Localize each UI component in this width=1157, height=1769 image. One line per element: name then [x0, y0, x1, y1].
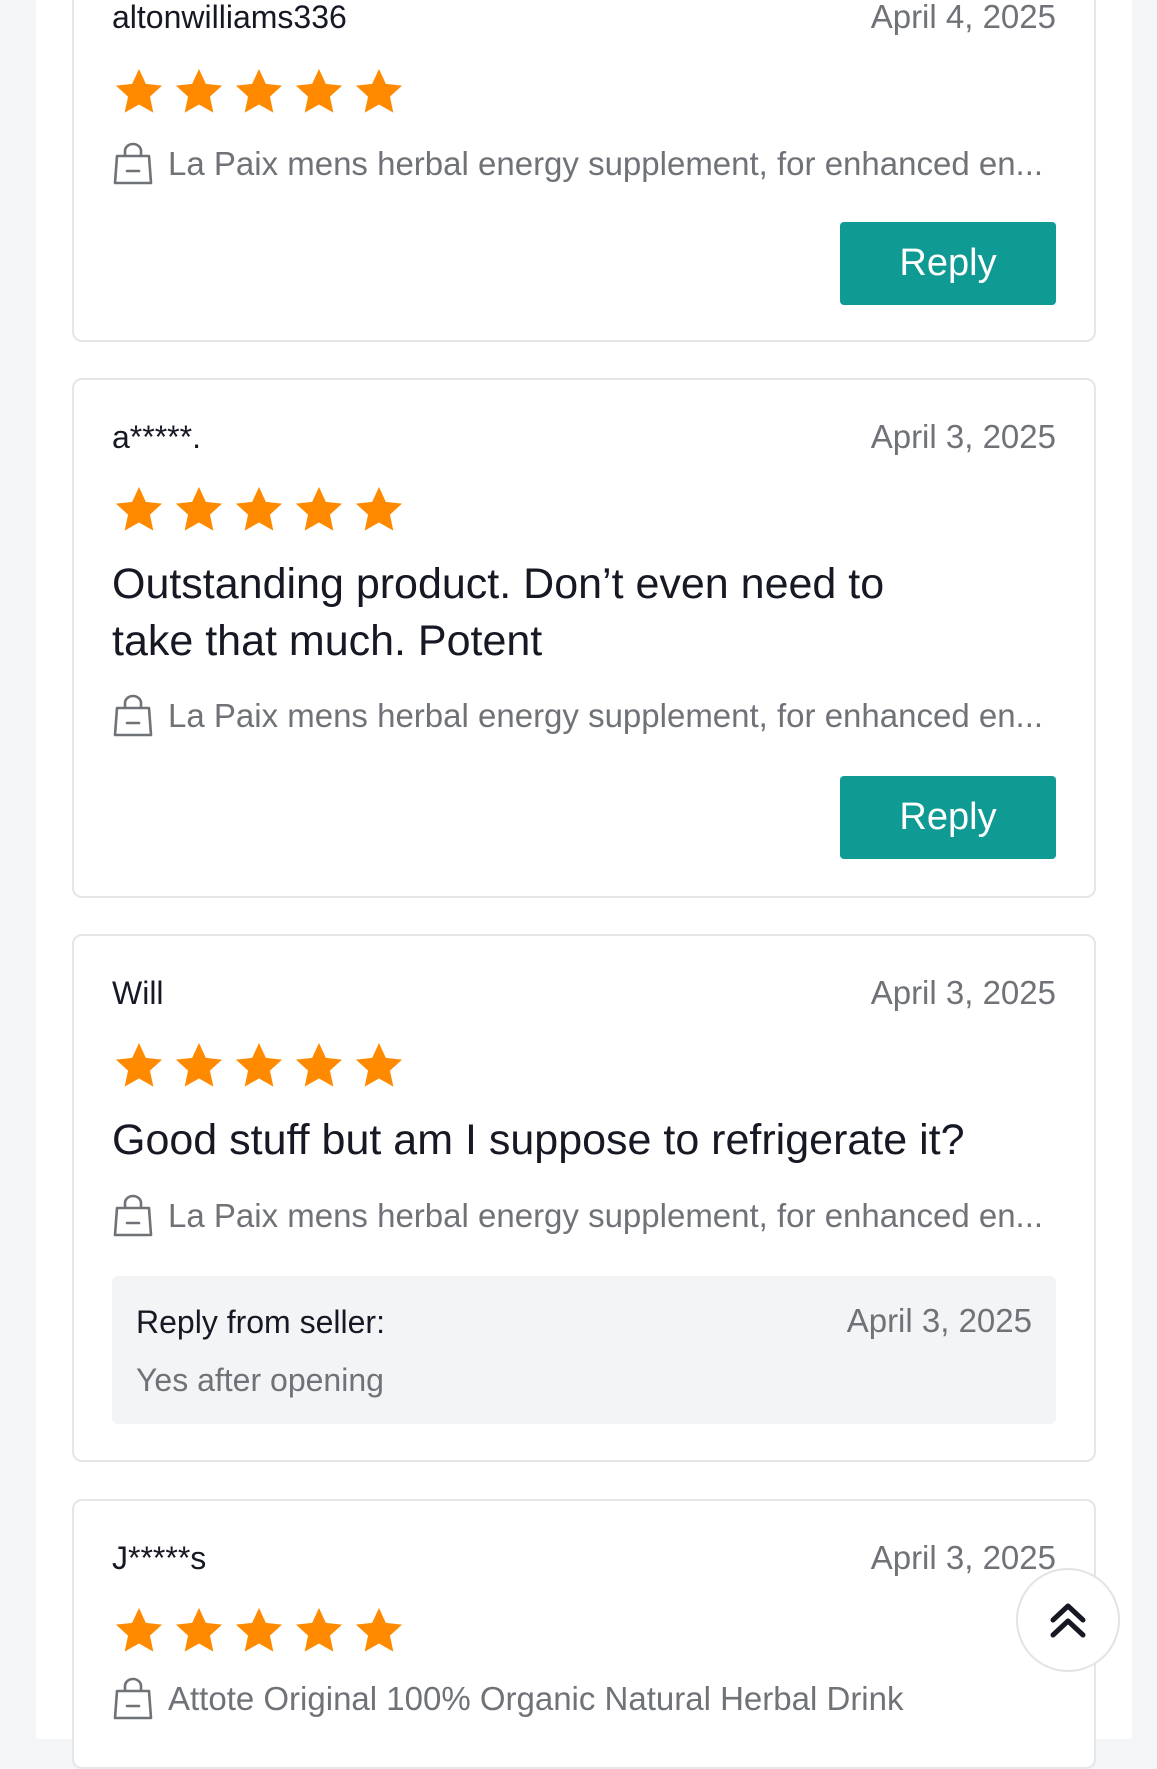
shopping-bag-icon: [113, 694, 153, 737]
review-date: April 4, 2025: [870, 0, 1056, 35]
shopping-bag-icon: [113, 1194, 153, 1237]
star-icon: [355, 1608, 403, 1652]
star-icon: [355, 1043, 403, 1087]
review-username: Will: [112, 974, 164, 1011]
back-to-top-button[interactable]: [1016, 1568, 1120, 1672]
review-text: Outstanding product. Don’t even need to …: [112, 556, 1056, 670]
product-link[interactable]: La Paix mens herbal energy supplement, f…: [112, 694, 1056, 738]
seller-reply-label: Reply from seller:: [136, 1304, 385, 1340]
star-icon: [175, 487, 223, 531]
reply-button[interactable]: Reply: [840, 222, 1056, 305]
review-text: Good stuff but am I suppose to refrigera…: [112, 1112, 1056, 1169]
seller-reply: Reply from seller: April 3, 2025 Yes aft…: [112, 1276, 1056, 1424]
product-link[interactable]: La Paix mens herbal energy supplement, f…: [112, 1194, 1056, 1238]
reply-button[interactable]: Reply: [840, 776, 1056, 859]
review-text-line: Outstanding product. Don’t even need to: [112, 560, 885, 608]
shopping-bag-icon: [113, 142, 153, 185]
star-icon: [295, 1043, 343, 1087]
product-link[interactable]: La Paix mens herbal energy supplement, f…: [112, 142, 1056, 186]
seller-reply-text: Yes after opening: [136, 1362, 384, 1398]
review-username: altonwilliams336: [112, 0, 347, 35]
star-icon: [115, 69, 163, 113]
product-name: La Paix mens herbal energy supplement, f…: [168, 145, 1044, 182]
star-icon: [235, 69, 283, 113]
star-icon: [115, 1608, 163, 1652]
double-chevron-up-icon: [1050, 1603, 1086, 1638]
star-rating: [112, 483, 406, 537]
star-rating: [112, 1604, 406, 1658]
star-icon: [115, 487, 163, 531]
product-name: Attote Original 100% Organic Natural Her…: [168, 1680, 904, 1717]
shopping-bag-icon: [113, 1677, 153, 1720]
star-icon: [235, 487, 283, 531]
star-icon: [295, 1608, 343, 1652]
star-icon: [355, 69, 403, 113]
review-date: April 3, 2025: [870, 418, 1056, 455]
star-icon: [115, 1043, 163, 1087]
star-icon: [295, 487, 343, 531]
review-text-line: Good stuff but am I suppose to refrigera…: [112, 1116, 965, 1164]
review-date: April 3, 2025: [870, 1539, 1056, 1576]
star-icon: [355, 487, 403, 531]
product-name: La Paix mens herbal energy supplement, f…: [168, 1197, 1044, 1234]
star-icon: [175, 1608, 223, 1652]
star-icon: [175, 1043, 223, 1087]
review-card: a*****. April 3, 2025 Outstanding produc…: [72, 378, 1096, 898]
star-rating: [112, 1039, 406, 1093]
star-icon: [295, 69, 343, 113]
review-card: Will April 3, 2025 Good stuff but am I s…: [72, 934, 1096, 1462]
review-date: April 3, 2025: [870, 974, 1056, 1011]
star-icon: [235, 1608, 283, 1652]
seller-reply-date: April 3, 2025: [846, 1302, 1032, 1339]
star-icon: [235, 1043, 283, 1087]
review-username: J*****s: [112, 1539, 207, 1576]
review-card: J*****s April 3, 2025 Attote Original 10…: [72, 1499, 1096, 1769]
product-name: La Paix mens herbal energy supplement, f…: [168, 697, 1044, 734]
review-card: altonwilliams336 April 4, 2025 La Paix m…: [72, 0, 1096, 342]
review-username: a*****.: [112, 418, 201, 455]
product-link[interactable]: Attote Original 100% Organic Natural Her…: [112, 1677, 1056, 1721]
star-rating: [112, 65, 406, 119]
star-icon: [175, 69, 223, 113]
review-text-line: take that much. Potent: [112, 617, 543, 665]
